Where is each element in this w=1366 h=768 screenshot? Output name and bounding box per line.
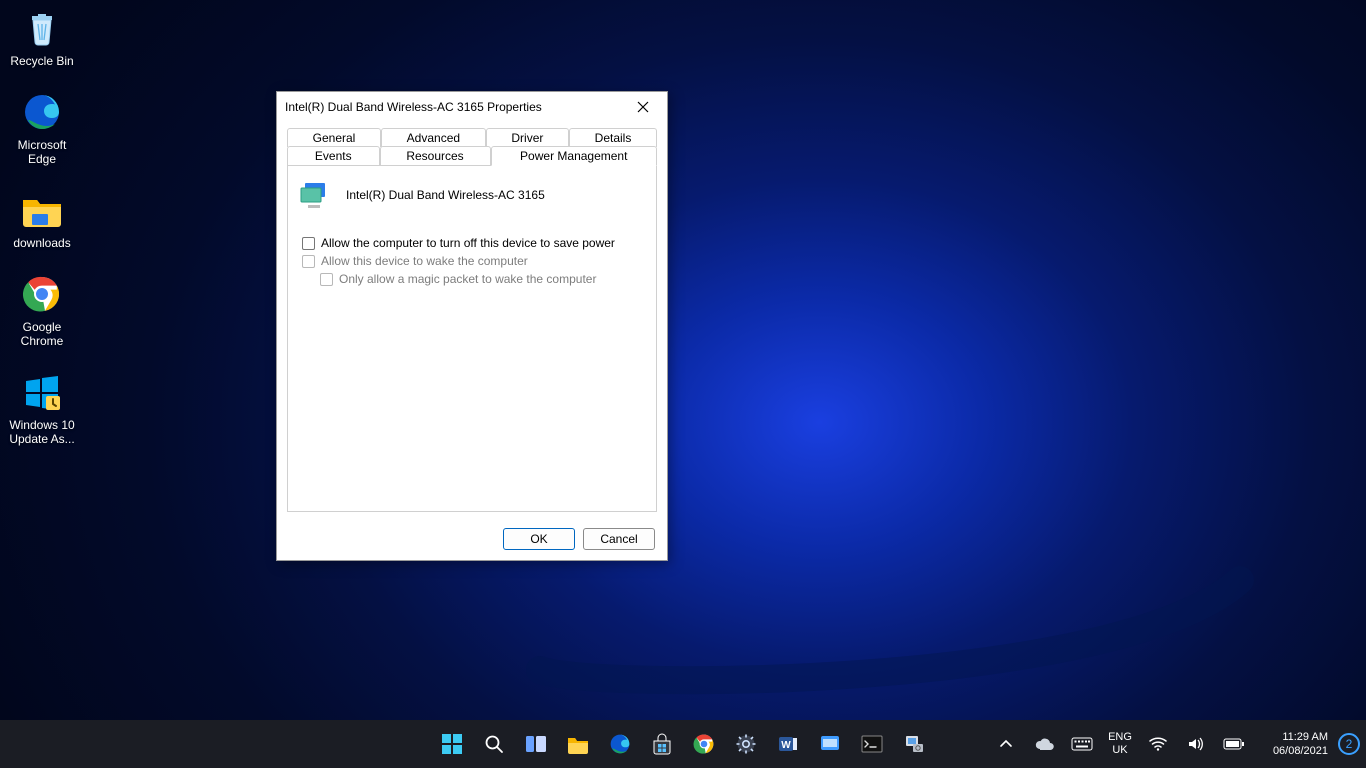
- dialog-titlebar[interactable]: Intel(R) Dual Band Wireless-AC 3165 Prop…: [277, 92, 667, 122]
- gear-icon: [735, 733, 757, 755]
- taskbar-store[interactable]: [646, 728, 678, 760]
- checkbox-label: Only allow a magic packet to wake the co…: [339, 272, 596, 286]
- device-header-row: Intel(R) Dual Band Wireless-AC 3165: [298, 180, 646, 210]
- search-icon: [484, 734, 504, 754]
- wifi-icon: [1149, 737, 1167, 751]
- checkbox-label: Allow the computer to turn off this devi…: [321, 236, 615, 250]
- volume-icon: [1187, 737, 1205, 751]
- file-explorer-icon: [566, 734, 590, 754]
- windows-update-icon: [20, 370, 64, 414]
- tab-driver[interactable]: Driver: [486, 128, 569, 147]
- desktop-icon-recycle-bin[interactable]: Recycle Bin: [4, 6, 80, 68]
- tray-language[interactable]: ENG UK: [1102, 731, 1138, 757]
- tab-general[interactable]: General: [287, 128, 381, 147]
- terminal-icon: [861, 735, 883, 753]
- network-adapter-icon: [298, 180, 332, 210]
- dialog-title: Intel(R) Dual Band Wireless-AC 3165 Prop…: [285, 100, 542, 114]
- desktop-icon-win10-update[interactable]: Windows 10 Update As...: [4, 370, 80, 446]
- checkbox-box: [302, 255, 315, 268]
- tray-volume[interactable]: [1180, 728, 1212, 760]
- tray-battery[interactable]: [1218, 728, 1250, 760]
- taskbar-edge[interactable]: [604, 728, 636, 760]
- tab-details[interactable]: Details: [569, 128, 657, 147]
- taskbar-app-generic[interactable]: [814, 728, 846, 760]
- edge-icon: [20, 90, 64, 134]
- tab-body: Intel(R) Dual Band Wireless-AC 3165 Allo…: [287, 166, 657, 512]
- keyboard-icon: [1071, 737, 1093, 751]
- desktop-icon-downloads[interactable]: downloads: [4, 188, 80, 250]
- taskbar-center: W: [434, 720, 932, 768]
- tab-row-bottom: Events Resources Power Management: [287, 146, 657, 166]
- desktop-icon-label: Microsoft Edge: [4, 138, 80, 166]
- desktop-icon-label: Recycle Bin: [4, 54, 80, 68]
- app-icon: [819, 733, 841, 755]
- tab-row-top: General Advanced Driver Details: [287, 128, 657, 147]
- device-name: Intel(R) Dual Band Wireless-AC 3165: [346, 188, 545, 202]
- desktop-icon-label: Google Chrome: [4, 320, 80, 348]
- taskbar: W ENG UK: [0, 720, 1366, 768]
- tray-keyboard[interactable]: [1066, 728, 1098, 760]
- dialog-button-row: OK Cancel: [503, 528, 655, 550]
- checkbox-box[interactable]: [302, 237, 315, 250]
- taskbar-taskview[interactable]: [520, 728, 552, 760]
- taskbar-terminal[interactable]: [856, 728, 888, 760]
- tray-date: 06/08/2021: [1254, 744, 1328, 758]
- checkbox-label: Allow this device to wake the computer: [321, 254, 528, 268]
- battery-icon: [1223, 738, 1245, 750]
- taskbar-chrome[interactable]: [688, 728, 720, 760]
- taskbar-search[interactable]: [478, 728, 510, 760]
- task-view-icon: [525, 735, 547, 753]
- checkbox-allow-wake: Allow this device to wake the computer: [302, 254, 646, 268]
- tray-notif-count: 2: [1346, 737, 1353, 751]
- tab-power-management[interactable]: Power Management: [491, 146, 658, 166]
- desktop-icon-label: Windows 10 Update As...: [4, 418, 80, 446]
- cloud-icon: [1034, 737, 1054, 751]
- taskbar-device-manager[interactable]: [898, 728, 930, 760]
- chrome-icon: [693, 733, 715, 755]
- chevron-up-icon: [999, 737, 1013, 751]
- word-icon: W: [777, 733, 799, 755]
- checkbox-allow-turnoff[interactable]: Allow the computer to turn off this devi…: [302, 236, 646, 250]
- desktop: Recycle Bin Microsoft Edge downloads Goo…: [0, 0, 1366, 768]
- tray-wifi[interactable]: [1142, 728, 1174, 760]
- tab-events[interactable]: Events: [287, 146, 380, 166]
- windows-start-icon: [441, 733, 463, 755]
- tray-onedrive[interactable]: [1028, 728, 1060, 760]
- close-icon: [637, 101, 649, 113]
- store-icon: [651, 733, 673, 755]
- device-manager-icon: [903, 733, 925, 755]
- checkbox-magic-packet: Only allow a magic packet to wake the co…: [320, 272, 646, 286]
- taskbar-explorer[interactable]: [562, 728, 594, 760]
- tray-clock[interactable]: 11:29 AM 06/08/2021: [1254, 730, 1332, 758]
- start-button[interactable]: [436, 728, 468, 760]
- device-properties-dialog: Intel(R) Dual Band Wireless-AC 3165 Prop…: [276, 91, 668, 561]
- ok-button[interactable]: OK: [503, 528, 575, 550]
- desktop-icon-label: downloads: [4, 236, 80, 250]
- chrome-icon: [20, 272, 64, 316]
- tab-sheet: General Advanced Driver Details Events R…: [287, 128, 657, 516]
- tray-lang-bottom: UK: [1102, 744, 1138, 757]
- taskbar-settings[interactable]: [730, 728, 762, 760]
- system-tray: ENG UK 11:29 AM 06/08/2021 2: [988, 720, 1360, 768]
- folder-icon: [20, 188, 64, 232]
- cancel-button[interactable]: Cancel: [583, 528, 655, 550]
- taskbar-word[interactable]: W: [772, 728, 804, 760]
- tray-overflow[interactable]: [990, 728, 1022, 760]
- desktop-icon-chrome[interactable]: Google Chrome: [4, 272, 80, 348]
- tray-lang-top: ENG: [1102, 731, 1138, 744]
- edge-icon: [609, 733, 631, 755]
- tab-advanced[interactable]: Advanced: [381, 128, 486, 147]
- checkbox-box: [320, 273, 333, 286]
- desktop-icons: Recycle Bin Microsoft Edge downloads Goo…: [4, 6, 84, 468]
- tab-resources[interactable]: Resources: [380, 146, 491, 166]
- tray-time: 11:29 AM: [1254, 730, 1328, 744]
- svg-text:W: W: [781, 740, 791, 751]
- tray-notifications[interactable]: 2: [1338, 733, 1360, 755]
- close-button[interactable]: [621, 93, 665, 121]
- recycle-bin-icon: [20, 6, 64, 50]
- desktop-icon-edge[interactable]: Microsoft Edge: [4, 90, 80, 166]
